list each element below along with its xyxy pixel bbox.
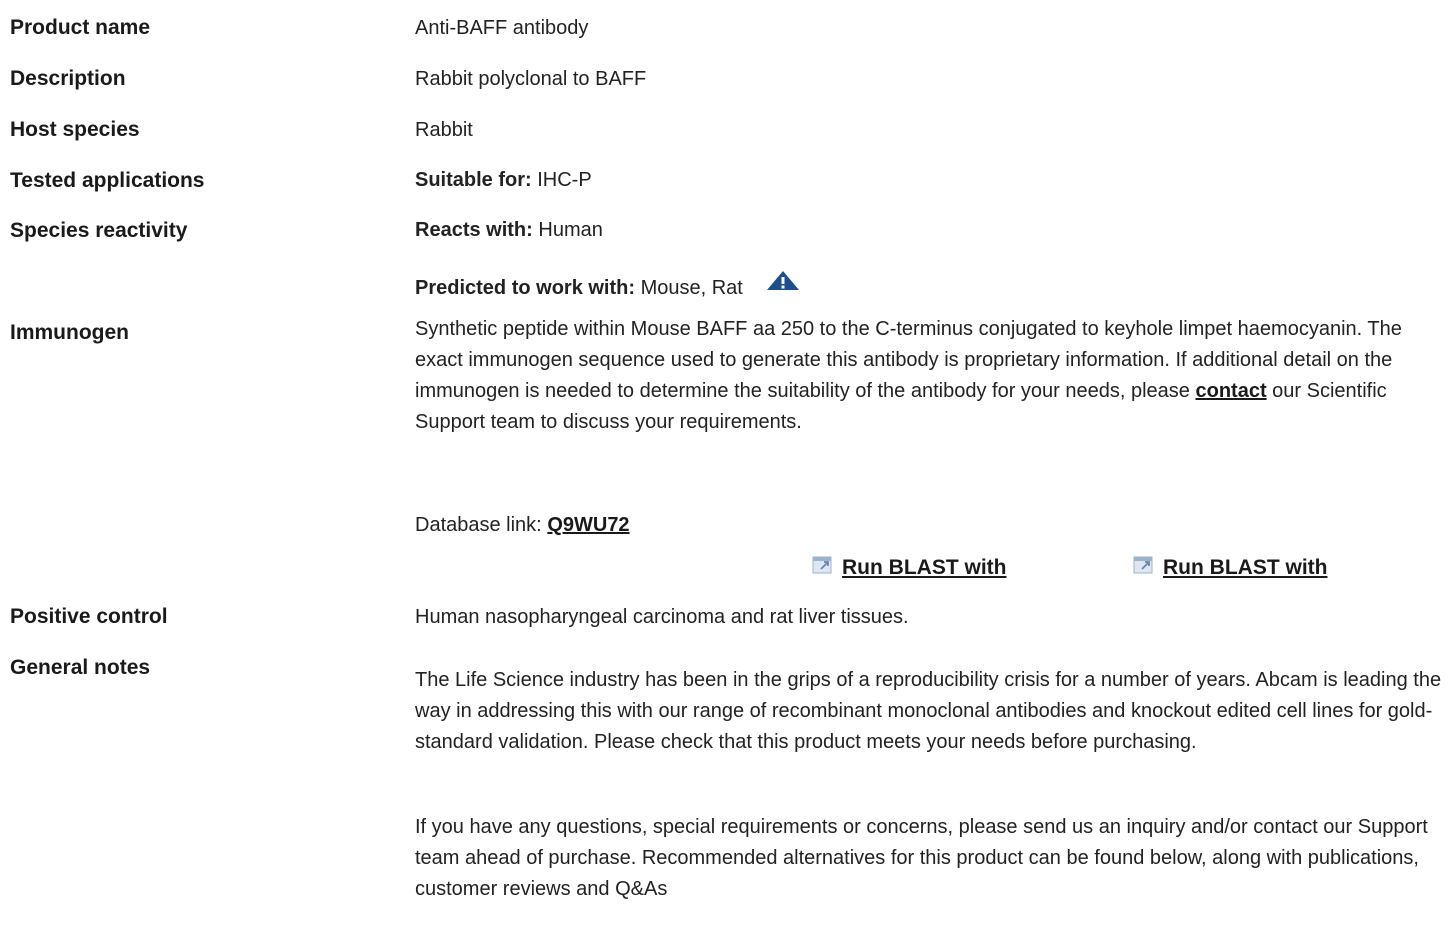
predicted-prefix: Predicted to work with: xyxy=(415,277,636,299)
suitable-for-value: IHC-P xyxy=(537,169,592,191)
tested-applications-label: Tested applications xyxy=(10,169,205,192)
database-link-q9wu72[interactable]: Q9WU72 xyxy=(547,514,629,536)
contact-link[interactable]: contact xyxy=(1195,380,1266,402)
run-blast-link-2[interactable]: Run BLAST with xyxy=(1133,555,1327,581)
run-blast-link-2-label[interactable]: Run BLAST with xyxy=(1163,556,1327,580)
general-notes-text-1: The Life Science industry has been in th… xyxy=(415,669,1442,753)
host-species-label: Host species xyxy=(10,118,140,141)
species-reactivity-label: Species reactivity xyxy=(10,219,188,242)
run-blast-link-1[interactable]: Run BLAST with xyxy=(812,555,1006,581)
suitable-for-prefix: Suitable for: xyxy=(415,169,532,191)
immunogen-text: Synthetic peptide within Mouse BAFF aa 2… xyxy=(415,314,1445,438)
warning-triangle-icon[interactable] xyxy=(766,270,800,298)
general-notes-paragraph-1: The Life Science industry has been in th… xyxy=(415,665,1445,758)
tested-applications-value: Suitable for: IHC-P xyxy=(415,169,592,192)
external-link-icon xyxy=(812,555,834,581)
predicted-value: Mouse, Rat xyxy=(640,277,743,299)
product-name-label: Product name xyxy=(10,16,151,39)
run-blast-link-1-label[interactable]: Run BLAST with xyxy=(842,556,1006,580)
positive-control-label: Positive control xyxy=(10,605,168,628)
description-label: Description xyxy=(10,67,126,90)
general-notes-paragraph-2: If you have any questions, special requi… xyxy=(415,812,1445,905)
host-species-value: Rabbit xyxy=(415,119,473,141)
general-notes-label: General notes xyxy=(10,656,151,679)
product-name-value: Anti-BAFF antibody xyxy=(415,17,589,39)
predicted-row: Predicted to work with: Mouse, Rat xyxy=(415,270,800,300)
positive-control-value: Human nasopharyngeal carcinoma and rat l… xyxy=(415,606,909,628)
reacts-with-value: Human xyxy=(538,219,603,241)
general-notes-text-2: If you have any questions, special requi… xyxy=(415,816,1428,900)
database-link-prefix: Database link: xyxy=(415,514,542,536)
reacts-with-prefix: Reacts with: xyxy=(415,219,533,241)
reacts-with-row: Reacts with: Human xyxy=(415,219,603,242)
description-value: Rabbit polyclonal to BAFF xyxy=(415,68,647,90)
database-link-row: Database link: Q9WU72 xyxy=(415,514,630,537)
immunogen-label: Immunogen xyxy=(10,321,129,344)
external-link-icon xyxy=(1133,555,1155,581)
